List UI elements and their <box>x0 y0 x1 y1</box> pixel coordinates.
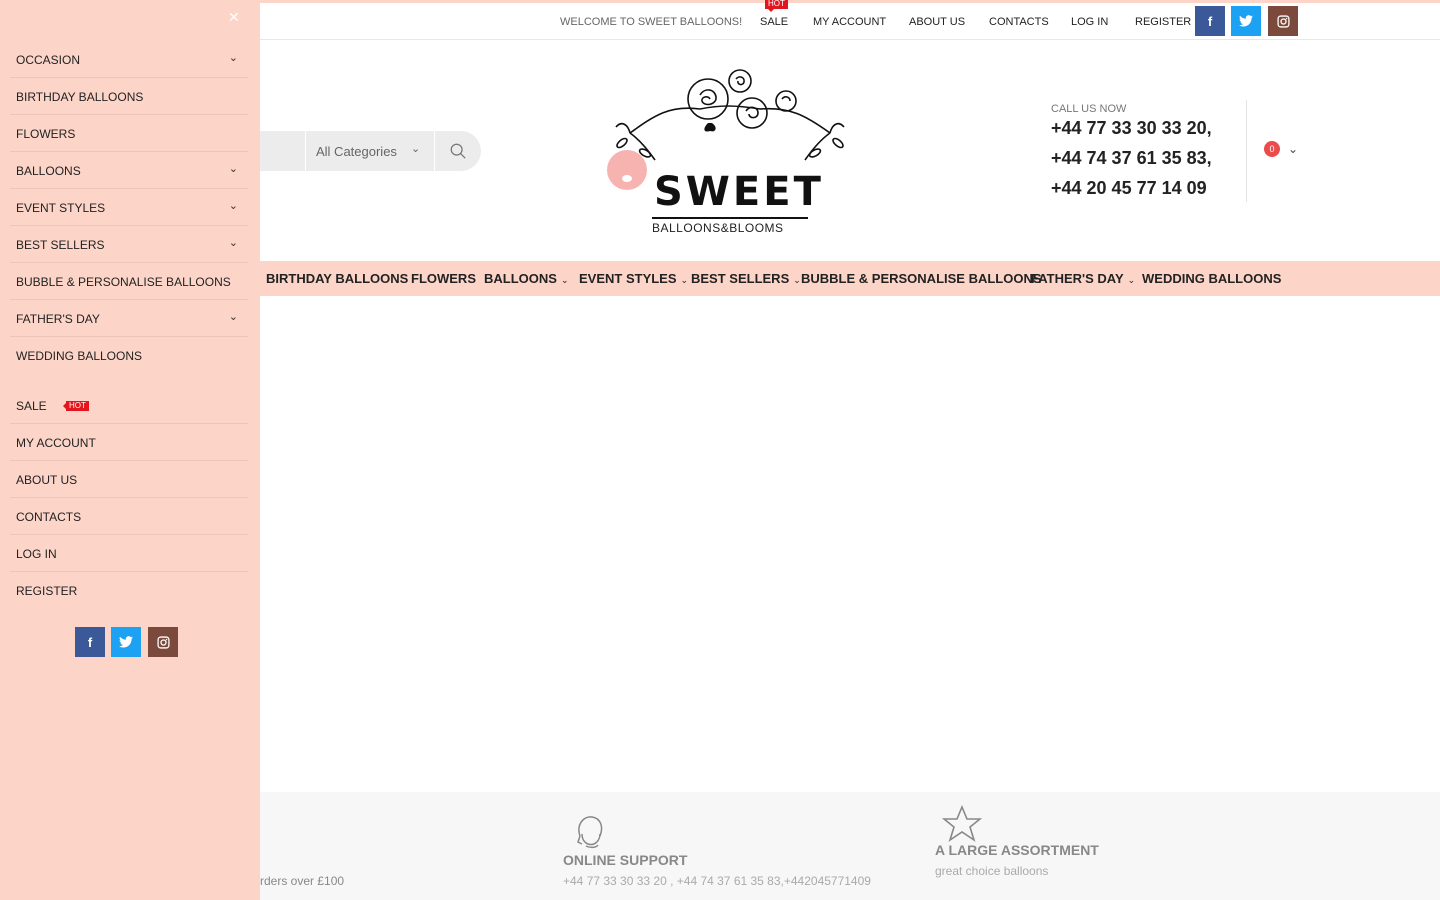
nav-best-sellers[interactable]: BEST SELLERS ⌄ <box>691 271 801 286</box>
mobile-menu-drawer: ✕ OCCASION ⌄ BIRTHDAY BALLOONS FLOWERS B… <box>0 0 260 900</box>
drawer-link-sale[interactable]: SALE HOT <box>10 387 248 424</box>
features-strip: rders over £100 ONLINE SUPPORT +44 77 33… <box>260 792 1440 900</box>
chevron-down-icon[interactable]: ⌄ <box>229 310 238 323</box>
main-navigation: BIRTHDAY BALLOONS FLOWERS BALLOONS ⌄ EVEN… <box>260 261 1440 296</box>
twitter-button[interactable] <box>1231 6 1261 36</box>
online-support-title: ONLINE SUPPORT <box>563 852 688 868</box>
headset-icon <box>577 816 603 849</box>
call-us-label: CALL US NOW <box>1051 103 1127 115</box>
drawer-item-birthday-balloons[interactable]: BIRTHDAY BALLOONS <box>10 78 248 115</box>
assortment-text: great choice balloons <box>935 864 1049 878</box>
welcome-message: WELCOME TO SWEET BALLOONS! <box>560 16 743 28</box>
nav-bubble-personalise-balloons[interactable]: BUBBLE & PERSONALISE BALLOONS <box>801 271 1042 286</box>
drawer-item-balloons[interactable]: BALLOONS ⌄ <box>10 152 248 189</box>
nav-balloons[interactable]: BALLOONS ⌄ <box>484 271 569 286</box>
nav-fathers-day[interactable]: FATHER'S DAY ⌄ <box>1031 271 1135 286</box>
chevron-down-icon: ⌄ <box>1127 275 1136 285</box>
search-icon[interactable] <box>449 142 467 160</box>
drawer-item-occasion[interactable]: OCCASION ⌄ <box>10 41 248 78</box>
drawer-facebook-button[interactable]: f <box>75 627 105 657</box>
top-link-sale[interactable]: SALE <box>760 16 788 28</box>
nav-wedding-balloons[interactable]: WEDDING BALLOONS <box>1142 271 1281 286</box>
chevron-down-icon[interactable]: ⌄ <box>229 236 238 249</box>
cart-count-badge[interactable]: 0 <box>1264 141 1280 157</box>
twitter-icon <box>119 636 133 648</box>
drawer-item-flowers[interactable]: FLOWERS <box>10 115 248 152</box>
nav-event-styles[interactable]: EVENT STYLES ⌄ <box>579 271 688 286</box>
facebook-button[interactable]: f <box>1195 6 1225 36</box>
sale-hot-badge: HOT <box>63 401 89 411</box>
search-input[interactable] <box>260 131 305 171</box>
drawer-link-contacts[interactable]: CONTACTS <box>10 498 248 535</box>
logo-tagline: BALLOONS&BLOOMS <box>652 217 808 235</box>
chevron-down-icon[interactable]: ⌄ <box>229 162 238 175</box>
drawer-twitter-button[interactable] <box>111 627 141 657</box>
drawer-item-event-styles[interactable]: EVENT STYLES ⌄ <box>10 189 248 226</box>
drawer-link-register[interactable]: REGISTER <box>10 572 248 609</box>
header-divider <box>1246 100 1247 202</box>
drawer-item-fathers-day[interactable]: FATHER'S DAY ⌄ <box>10 300 248 337</box>
category-select-value: All Categories <box>316 144 397 159</box>
search-bar: All Categories ⌄ <box>260 131 481 171</box>
phone-number[interactable]: +44 74 37 61 35 83, <box>1051 148 1212 169</box>
phone-number[interactable]: +44 20 45 77 14 09 <box>1051 178 1207 199</box>
shipping-text: rders over £100 <box>260 874 345 888</box>
drawer-link-about-us[interactable]: ABOUT US <box>10 461 248 498</box>
instagram-button[interactable] <box>1268 6 1298 36</box>
site-logo[interactable]: SWEET BALLOONS&BLOOMS <box>600 65 850 235</box>
assortment-title: A LARGE ASSORTMENT <box>935 842 1099 858</box>
drawer-link-my-account[interactable]: MY ACCOUNT <box>10 424 248 461</box>
top-link-log-in[interactable]: LOG IN <box>1071 16 1108 28</box>
chevron-down-icon: ⌄ <box>793 275 801 285</box>
close-icon[interactable]: ✕ <box>228 9 240 26</box>
drawer-item-wedding-balloons[interactable]: WEDDING BALLOONS <box>10 337 248 374</box>
drawer-item-bubble-personalise-balloons[interactable]: BUBBLE & PERSONALISE BALLOONS <box>10 263 248 300</box>
facebook-icon: f <box>87 634 93 650</box>
top-link-about-us[interactable]: ABOUT US <box>909 16 965 28</box>
instagram-icon <box>156 635 170 649</box>
drawer-instagram-button[interactable] <box>148 627 178 657</box>
balloon-highlight-icon <box>622 175 632 182</box>
balloon-icon <box>607 150 647 190</box>
chevron-down-icon: ⌄ <box>680 275 689 285</box>
sale-hot-badge: HOT <box>765 0 788 12</box>
drawer-item-best-sellers[interactable]: BEST SELLERS ⌄ <box>10 226 248 263</box>
chevron-down-icon[interactable]: ⌄ <box>229 199 238 212</box>
cart-chevron-down-icon[interactable]: ⌄ <box>1288 142 1298 156</box>
top-link-contacts[interactable]: CONTACTS <box>989 16 1049 28</box>
drawer-link-log-in[interactable]: LOG IN <box>10 535 248 572</box>
search-divider <box>434 131 435 171</box>
category-select[interactable]: All Categories ⌄ <box>306 131 434 171</box>
twitter-icon <box>1239 15 1253 27</box>
online-support-text: +44 77 33 30 33 20 , +44 74 37 61 35 83,… <box>563 874 871 888</box>
instagram-icon <box>1276 14 1290 28</box>
chevron-down-icon[interactable]: ⌄ <box>229 51 238 64</box>
chevron-down-icon: ⌄ <box>411 143 421 155</box>
nav-flowers[interactable]: FLOWERS <box>411 271 476 286</box>
facebook-icon: f <box>1207 13 1213 29</box>
top-link-register[interactable]: REGISTER <box>1135 16 1191 28</box>
logo-brand: SWEET <box>654 169 824 215</box>
chevron-down-icon: ⌄ <box>560 275 569 285</box>
top-bar: WELCOME TO SWEET BALLOONS! HOT SALE MY A… <box>260 0 1440 40</box>
nav-birthday-balloons[interactable]: BIRTHDAY BALLOONS <box>266 271 408 286</box>
star-icon <box>942 805 982 842</box>
top-link-my-account[interactable]: MY ACCOUNT <box>813 16 886 28</box>
phone-number[interactable]: +44 77 33 30 33 20, <box>1051 118 1212 139</box>
